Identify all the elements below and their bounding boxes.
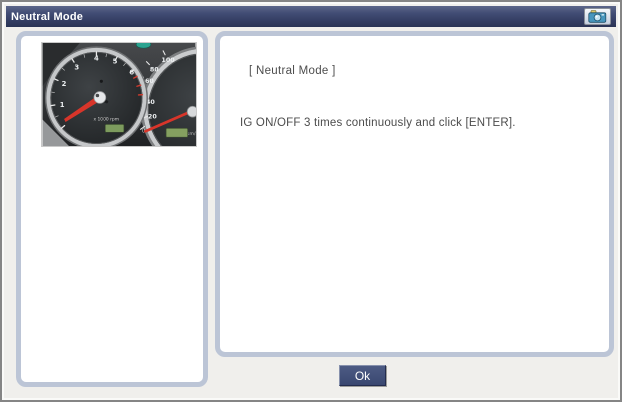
image-panel: 20 40 60 80 100 0 km/h	[16, 31, 208, 387]
dialog-window: Neutral Mode	[0, 0, 622, 402]
tach-lcd	[105, 124, 124, 132]
speedo-label: 20	[148, 113, 157, 121]
speedo-label: 80	[150, 65, 159, 73]
speedo-label: 60	[145, 77, 154, 85]
ok-button[interactable]: Ok	[339, 365, 386, 386]
tach-label: 4	[94, 55, 99, 63]
speedo-unit: km/h	[187, 131, 197, 137]
odometer-lcd	[166, 128, 188, 137]
tach-label: 2	[62, 80, 67, 88]
speedo-label: 100	[161, 56, 175, 64]
tach-label: 6	[129, 68, 134, 76]
tach-label: 5	[113, 58, 118, 66]
speedo-hub	[187, 106, 197, 117]
titlebar: Neutral Mode	[6, 6, 616, 27]
message-panel: [ Neutral Mode ] IG ON/OFF 3 times conti…	[215, 31, 614, 357]
mode-heading: [ Neutral Mode ]	[249, 65, 609, 77]
tach-label: 3	[74, 63, 79, 71]
instrument-cluster-photo: 20 40 60 80 100 0 km/h	[41, 42, 197, 147]
tach-label: 1	[60, 101, 65, 109]
tachometer: 1 2 3 4 5 6 x 1000 rpm	[46, 47, 147, 147]
camera-icon	[588, 10, 607, 23]
capture-button[interactable]	[584, 8, 611, 25]
tach-hub	[94, 92, 106, 104]
instruction-text: IG ON/OFF 3 times continuously and click…	[240, 117, 609, 129]
turn-indicator-lamp	[136, 42, 151, 48]
tach-unit: x 1000 rpm	[93, 116, 119, 122]
window-title: Neutral Mode	[6, 11, 83, 23]
